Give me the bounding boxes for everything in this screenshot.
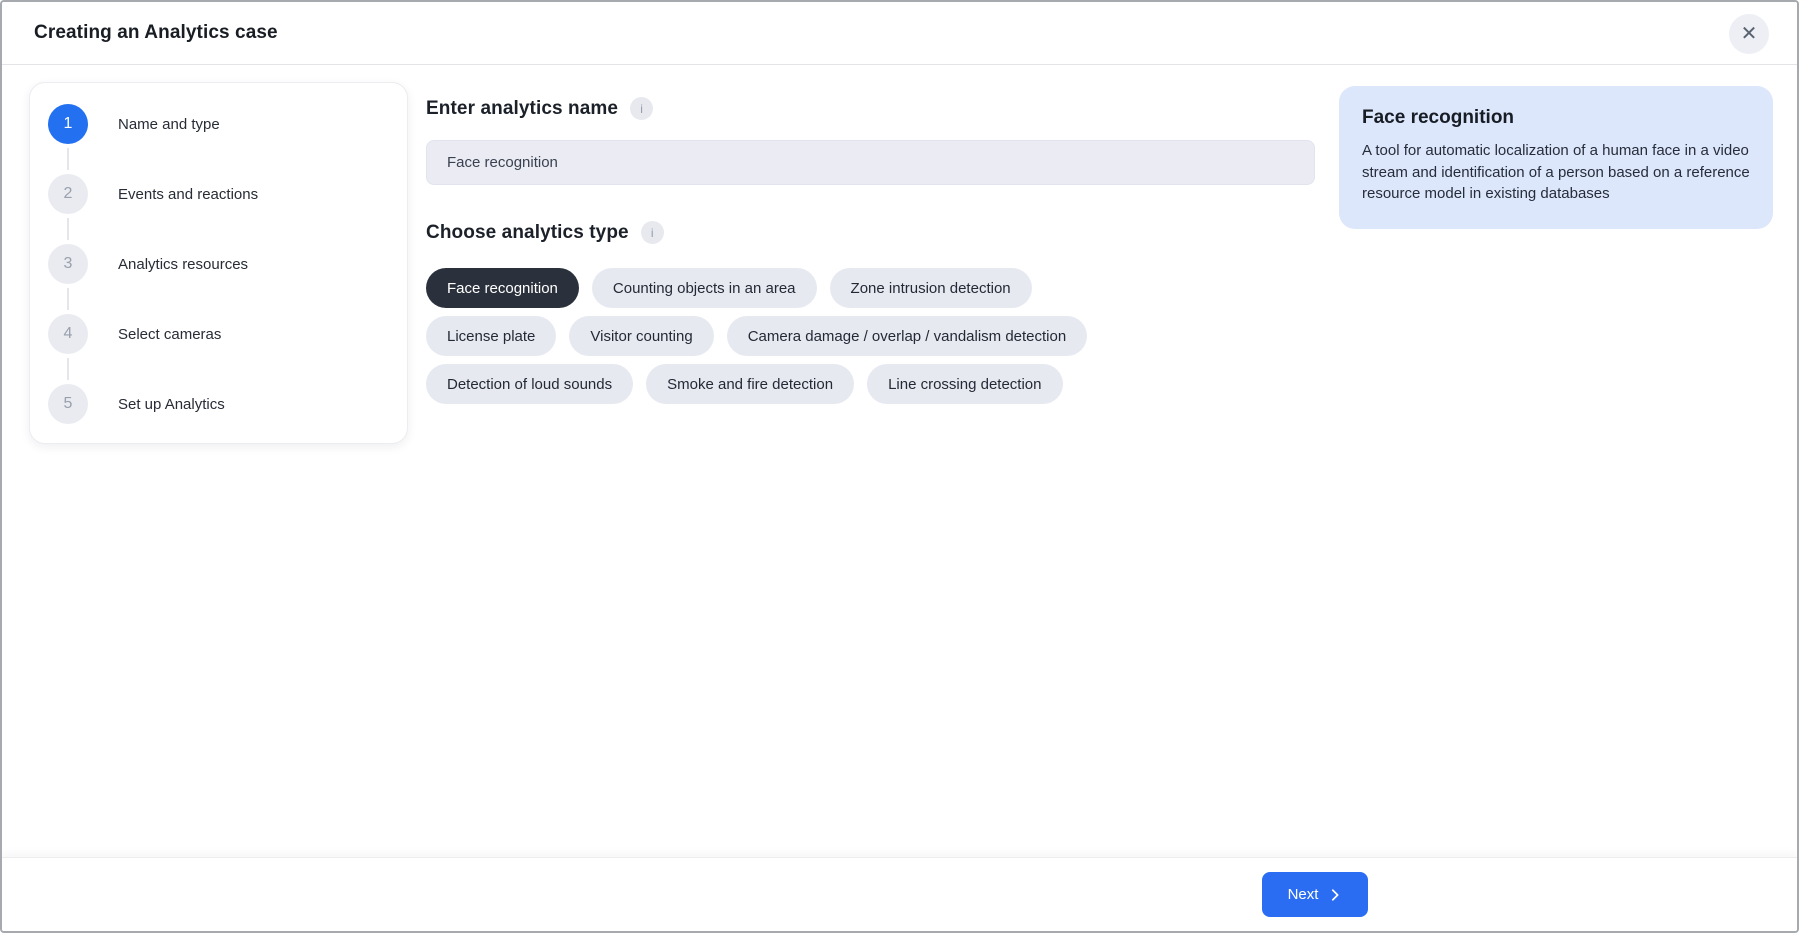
info-icon[interactable]: i <box>641 221 664 244</box>
step-number-badge: 5 <box>48 384 88 424</box>
step-set-up-analytics[interactable]: 5 Set up Analytics <box>48 384 387 424</box>
step-label: Select cameras <box>118 326 221 343</box>
step-events-and-reactions[interactable]: 2 Events and reactions <box>48 174 387 214</box>
chip-detection-of-loud-sounds[interactable]: Detection of loud sounds <box>426 364 633 404</box>
chip-row: Detection of loud sounds Smoke and fire … <box>426 364 1316 404</box>
step-number-badge: 4 <box>48 314 88 354</box>
analytics-name-input[interactable] <box>426 140 1315 185</box>
next-button[interactable]: Next <box>1262 872 1368 917</box>
step-number-badge: 1 <box>48 104 88 144</box>
next-button-label: Next <box>1288 886 1319 903</box>
analytics-description-title: Face recognition <box>1362 107 1750 129</box>
chip-zone-intrusion-detection[interactable]: Zone intrusion detection <box>830 268 1032 308</box>
step-analytics-resources[interactable]: 3 Analytics resources <box>48 244 387 284</box>
step-number-badge: 2 <box>48 174 88 214</box>
type-section-header: Choose analytics type i <box>426 221 1316 244</box>
chip-row: License plate Visitor counting Camera da… <box>426 316 1316 356</box>
info-icon-glyph: i <box>640 102 643 116</box>
main-content: Enter analytics name i Choose analytics … <box>426 97 1316 412</box>
choose-analytics-type-heading: Choose analytics type <box>426 222 629 244</box>
analytics-description-text: A tool for automatic localization of a h… <box>1362 140 1750 205</box>
chip-visitor-counting[interactable]: Visitor counting <box>569 316 713 356</box>
chip-face-recognition[interactable]: Face recognition <box>426 268 579 308</box>
chip-counting-objects-in-an-area[interactable]: Counting objects in an area <box>592 268 817 308</box>
modal-footer: Next <box>2 857 1797 931</box>
modal-title: Creating an Analytics case <box>34 22 278 44</box>
modal-header: Creating an Analytics case ✕ <box>2 2 1797 65</box>
step-label: Set up Analytics <box>118 396 225 413</box>
close-icon: ✕ <box>1741 24 1758 44</box>
enter-analytics-name-heading: Enter analytics name <box>426 98 618 120</box>
step-number-badge: 3 <box>48 244 88 284</box>
info-icon[interactable]: i <box>630 97 653 120</box>
step-select-cameras[interactable]: 4 Select cameras <box>48 314 387 354</box>
name-section-header: Enter analytics name i <box>426 97 1316 120</box>
create-analytics-modal: Creating an Analytics case ✕ 1 Name and … <box>0 0 1799 933</box>
step-label: Name and type <box>118 116 220 133</box>
step-label: Analytics resources <box>118 256 248 273</box>
chip-license-plate[interactable]: License plate <box>426 316 556 356</box>
chip-smoke-and-fire-detection[interactable]: Smoke and fire detection <box>646 364 854 404</box>
chip-line-crossing-detection[interactable]: Line crossing detection <box>867 364 1062 404</box>
analytics-type-chip-group: Face recognition Counting objects in an … <box>426 268 1316 404</box>
step-label: Events and reactions <box>118 186 258 203</box>
chip-camera-damage-overlap-vandalism-detection[interactable]: Camera damage / overlap / vandalism dete… <box>727 316 1088 356</box>
analytics-description-panel: Face recognition A tool for automatic lo… <box>1339 86 1773 229</box>
info-icon-glyph: i <box>651 226 654 240</box>
chip-row: Face recognition Counting objects in an … <box>426 268 1316 308</box>
close-button[interactable]: ✕ <box>1729 14 1769 54</box>
wizard-stepper: 1 Name and type 2 Events and reactions 3… <box>29 82 408 444</box>
step-name-and-type[interactable]: 1 Name and type <box>48 104 387 144</box>
chevron-right-icon <box>1328 888 1342 902</box>
